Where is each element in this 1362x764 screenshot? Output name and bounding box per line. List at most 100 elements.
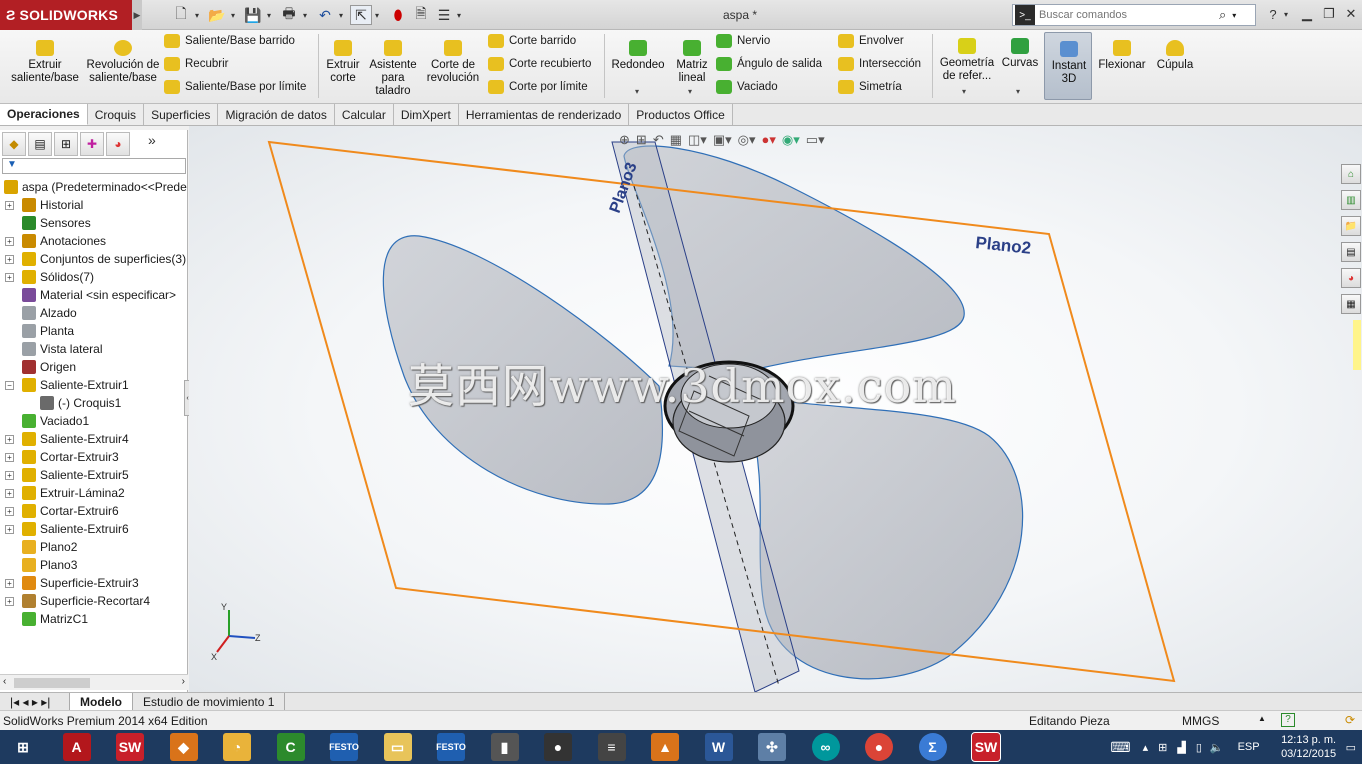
- solidworks-logo[interactable]: Ƨ SOLIDWORKS: [0, 0, 132, 30]
- expand-toggle-icon[interactable]: +: [5, 452, 14, 462]
- arduino-icon[interactable]: ∞: [809, 731, 843, 763]
- expand-toggle-icon[interactable]: +: [5, 200, 14, 210]
- file-explorer-taskbar-icon[interactable]: ▭: [381, 731, 415, 763]
- select-cursor-icon[interactable]: ⇱: [350, 5, 372, 25]
- design-library-icon[interactable]: ▥: [1341, 190, 1361, 210]
- windows-start-icon[interactable]: ⊞: [6, 731, 40, 763]
- search-input[interactable]: [1039, 9, 1219, 21]
- tab-herramientas-renderizado[interactable]: Herramientas de renderizado: [458, 104, 630, 125]
- matriz-dropdown-icon[interactable]: ▾: [688, 87, 692, 96]
- network-app-icon[interactable]: ✣: [755, 731, 789, 763]
- interseccion-button[interactable]: Intersección: [838, 57, 921, 71]
- units-text[interactable]: MMGS: [1182, 714, 1219, 728]
- clock[interactable]: 12:13 p. m. 03/12/2015: [1274, 733, 1344, 761]
- display-manager-tab-icon[interactable]: ◕: [106, 132, 130, 156]
- units-up-icon[interactable]: ▲: [1258, 714, 1266, 723]
- saliente-barrido-button[interactable]: Saliente/Base barrido: [164, 34, 295, 48]
- expand-toggle-icon[interactable]: +: [5, 272, 14, 282]
- instant3d-button[interactable]: Instant 3D: [1044, 32, 1092, 100]
- print-icon[interactable]: 🖶: [278, 5, 300, 25]
- new-document-icon[interactable]: 🗋: [170, 5, 192, 25]
- nervio-button[interactable]: Nervio: [716, 34, 770, 48]
- flexionar-button[interactable]: Flexionar: [1096, 40, 1148, 72]
- chrome-icon[interactable]: ●: [862, 731, 896, 763]
- saliente-limite-button[interactable]: Saliente/Base por límite: [164, 80, 306, 94]
- expand-toggle-icon[interactable]: +: [5, 506, 14, 516]
- keyboard-icon[interactable]: ⌨: [1110, 739, 1130, 756]
- language-indicator[interactable]: ESP: [1238, 741, 1260, 753]
- scroll-left-icon[interactable]: ‹: [3, 676, 6, 687]
- recubrir-button[interactable]: Recubrir: [164, 57, 228, 71]
- tree-item[interactable]: + Historial: [0, 196, 188, 214]
- tree-item[interactable]: Vaciado1: [0, 412, 188, 430]
- expand-toggle-icon[interactable]: +: [5, 236, 14, 246]
- expand-toggle-icon[interactable]: −: [5, 380, 14, 390]
- hide-show-items-icon[interactable]: ◎▾: [738, 132, 756, 148]
- zoom-area-icon[interactable]: ⊞: [636, 132, 647, 148]
- curvas-button[interactable]: Curvas: [1000, 38, 1040, 70]
- options-dropdown-icon[interactable]: ▾: [454, 5, 464, 25]
- tree-item[interactable]: Planta: [0, 322, 188, 340]
- rebuild-status-icon[interactable]: ⟳: [1345, 713, 1355, 727]
- redondeo-dropdown-icon[interactable]: ▾: [635, 87, 639, 96]
- tree-item[interactable]: + Conjuntos de superficies(3): [0, 250, 188, 268]
- extruir-saliente-button[interactable]: Extruir saliente/base: [6, 40, 84, 85]
- expand-toggle-icon[interactable]: +: [5, 488, 14, 498]
- tree-item[interactable]: Sensores: [0, 214, 188, 232]
- tree-item[interactable]: Plano2: [0, 538, 188, 556]
- apple-app-icon[interactable]: ●: [541, 731, 575, 763]
- open-dropdown-icon[interactable]: ▾: [228, 5, 238, 25]
- undo-icon[interactable]: ↶: [314, 5, 336, 25]
- envolver-button[interactable]: Envolver: [838, 34, 904, 48]
- tree-item[interactable]: Vista lateral: [0, 340, 188, 358]
- expand-toggle-icon[interactable]: +: [5, 470, 14, 480]
- windows-flag-icon[interactable]: ⊞: [1158, 741, 1167, 754]
- tree-item[interactable]: + Saliente-Extruir5: [0, 466, 188, 484]
- tab-migracion-datos[interactable]: Migración de datos: [218, 104, 335, 125]
- scroll-right-icon[interactable]: ›: [182, 676, 185, 687]
- viewport-tile-icon[interactable]: ⧉: [1250, 126, 1258, 127]
- select-dropdown-icon[interactable]: ▾: [372, 5, 382, 25]
- property-manager-tab-icon[interactable]: ▤: [28, 132, 52, 156]
- search-icon[interactable]: ⌕: [1219, 7, 1226, 23]
- tree-item[interactable]: + Saliente-Extruir4: [0, 430, 188, 448]
- file-explorer-icon[interactable]: 📁: [1341, 216, 1361, 236]
- help-dropdown-icon[interactable]: ▾: [1280, 4, 1292, 24]
- configuration-manager-tab-icon[interactable]: ⊞: [54, 132, 78, 156]
- display-style-icon[interactable]: ▣▾: [713, 132, 732, 148]
- solidworks-resources-icon[interactable]: ⌂: [1341, 164, 1361, 184]
- scroll-thumb[interactable]: [14, 678, 90, 688]
- viewport-close-icon[interactable]: ✕: [1325, 126, 1334, 127]
- scroll-tabs-arrows[interactable]: |◂ ◂ ▸ ▸|: [0, 693, 70, 710]
- festo-fluidsim-2-icon[interactable]: FESTO: [434, 731, 468, 763]
- network-icon[interactable]: ▟: [1177, 741, 1185, 754]
- expand-toggle-icon[interactable]: +: [5, 254, 14, 264]
- search-dropdown-icon[interactable]: ▾: [1232, 11, 1236, 20]
- view-settings-icon[interactable]: ▭▾: [806, 132, 825, 148]
- festo-fluidsim-icon[interactable]: FESTO: [327, 731, 361, 763]
- tab-productos-office[interactable]: Productos Office: [629, 104, 733, 125]
- feature-manager-tab-icon[interactable]: ◆: [2, 132, 26, 156]
- corte-revolucion-button[interactable]: Corte de revolución: [424, 40, 482, 85]
- tab-calcular[interactable]: Calcular: [334, 104, 394, 125]
- vaciado-button[interactable]: Vaciado: [716, 80, 778, 94]
- restore-icon[interactable]: ❐: [1318, 4, 1340, 24]
- word-icon[interactable]: W: [702, 731, 736, 763]
- rebuild-traffic-light-icon[interactable]: ⬮: [388, 5, 408, 25]
- corte-barrido-button[interactable]: Corte barrido: [488, 34, 576, 48]
- open-folder-icon[interactable]: 📂: [206, 5, 228, 25]
- app-icon[interactable]: ▮: [488, 731, 522, 763]
- extruir-corte-button[interactable]: Extruir corte: [322, 40, 364, 85]
- section-view-icon[interactable]: ▦: [670, 132, 682, 148]
- close-icon[interactable]: ✕: [1340, 4, 1362, 24]
- apply-scene-icon[interactable]: ◉▾: [782, 132, 800, 148]
- curvas-dropdown-icon[interactable]: ▾: [1016, 87, 1020, 96]
- undo-dropdown-icon[interactable]: ▾: [336, 5, 346, 25]
- expand-toggle-icon[interactable]: +: [5, 524, 14, 534]
- view-palette-icon[interactable]: ▤: [1341, 242, 1361, 262]
- camtasia-icon[interactable]: C: [274, 731, 308, 763]
- options-icon[interactable]: ☰: [434, 5, 454, 25]
- corte-recubierto-button[interactable]: Corte recubierto: [488, 57, 591, 71]
- tab-dimxpert[interactable]: DimXpert: [393, 104, 459, 125]
- tree-item[interactable]: Alzado: [0, 304, 188, 322]
